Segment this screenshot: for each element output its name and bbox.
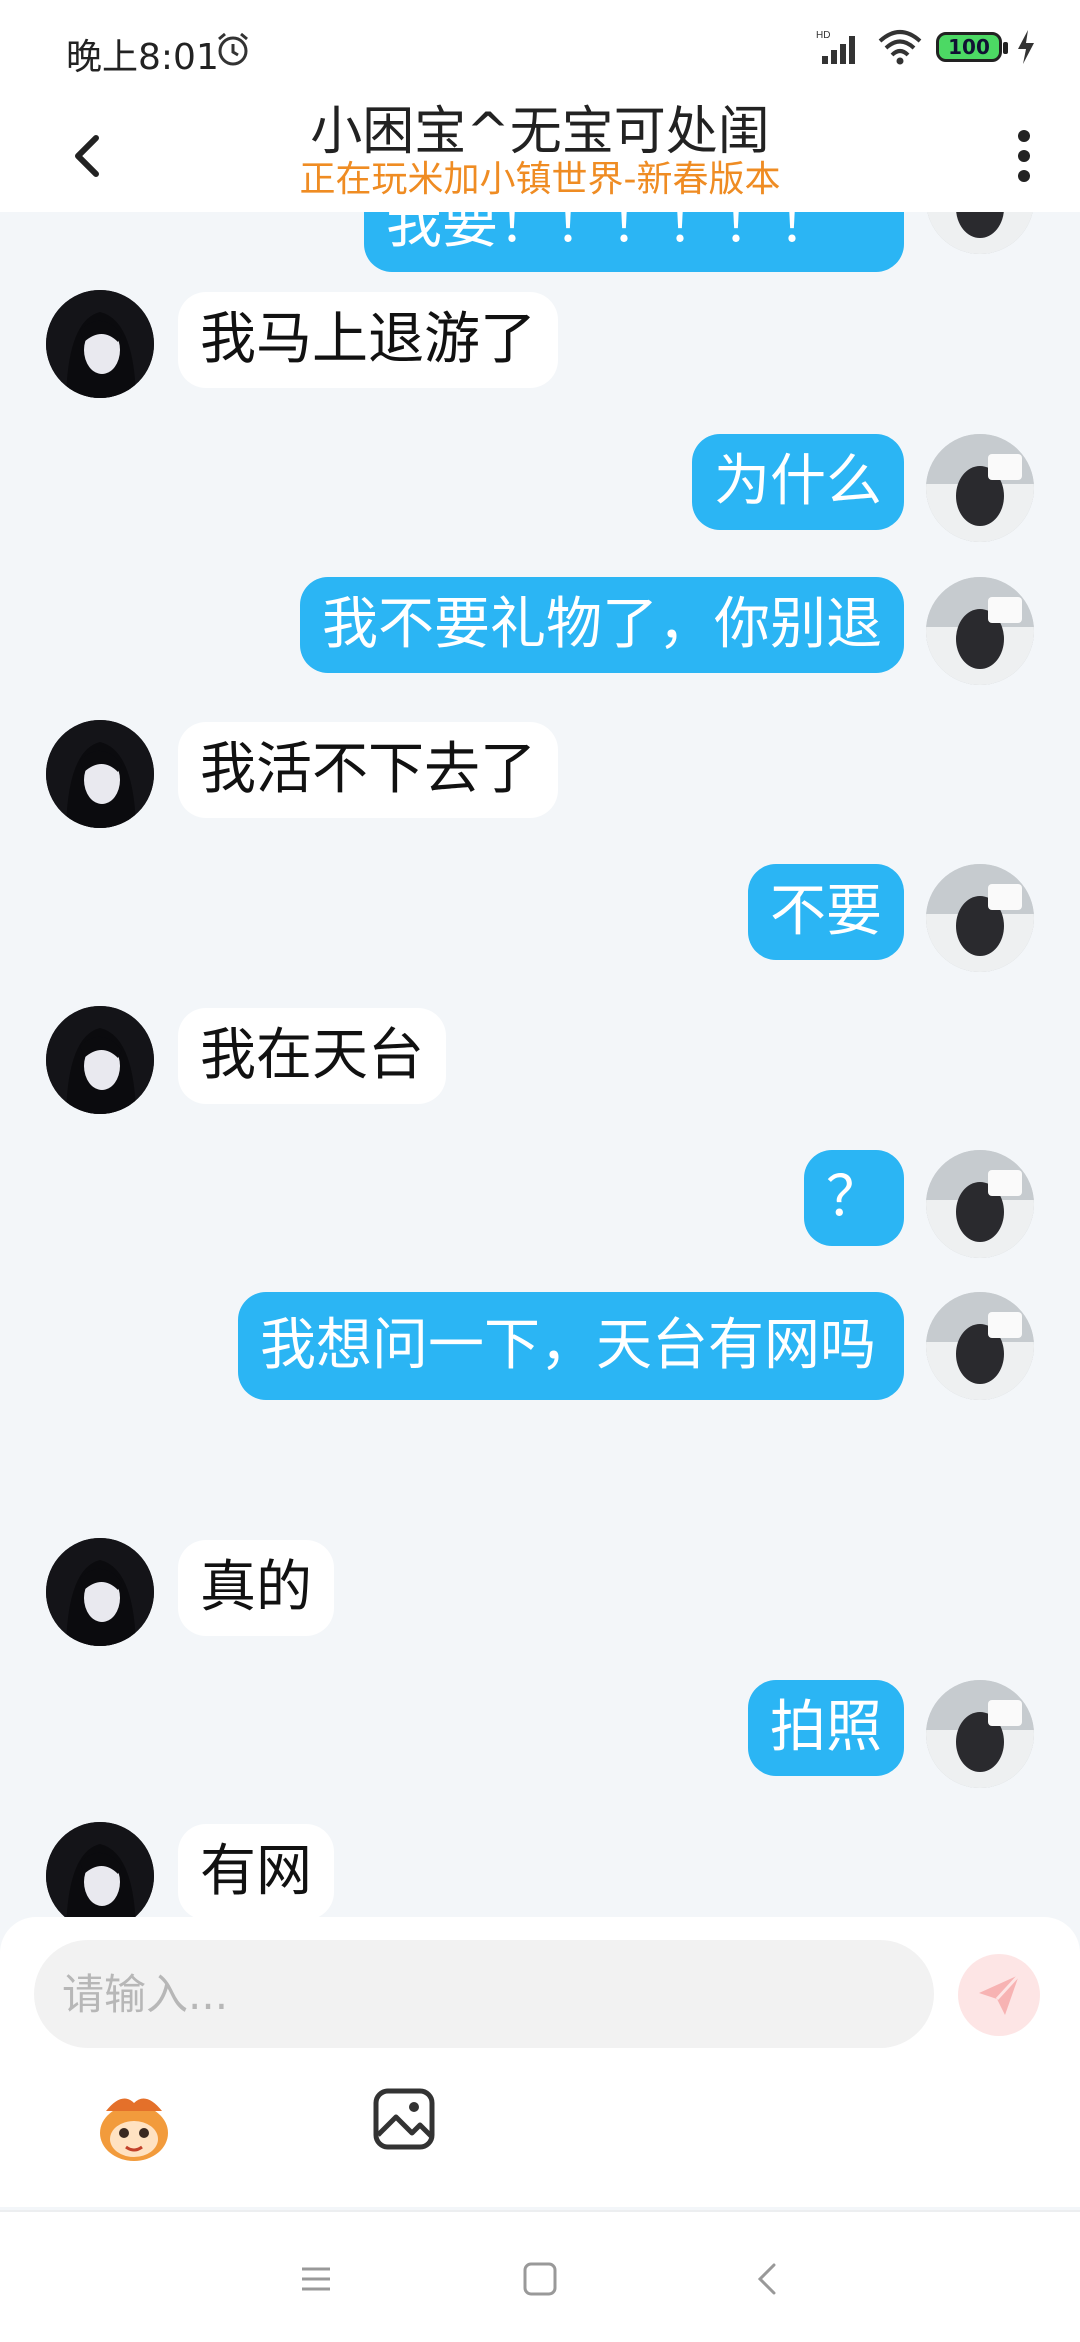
svg-text:HD: HD bbox=[816, 30, 830, 41]
my-avatar[interactable] bbox=[926, 1292, 1034, 1400]
back-nav-icon[interactable] bbox=[746, 2257, 790, 2301]
message-input[interactable] bbox=[34, 1940, 934, 2048]
contact-avatar[interactable] bbox=[46, 1538, 154, 1646]
system-nav-bar bbox=[0, 2210, 1080, 2342]
battery-icon: 100 bbox=[936, 32, 1008, 62]
my-avatar[interactable] bbox=[926, 212, 1034, 254]
message-bubble-received[interactable]: 真的 bbox=[178, 1540, 334, 1636]
message-bubble-sent[interactable]: ？ bbox=[804, 1150, 904, 1246]
menu-nav-icon[interactable] bbox=[294, 2257, 338, 2301]
my-avatar[interactable] bbox=[926, 577, 1034, 685]
home-nav-icon[interactable] bbox=[518, 2257, 562, 2301]
my-avatar[interactable] bbox=[926, 1680, 1034, 1788]
message-bubble-received[interactable]: 我在天台 bbox=[178, 1008, 446, 1104]
alarm-icon bbox=[218, 32, 248, 66]
message-bubble-received[interactable]: 我马上退游了 bbox=[178, 292, 558, 388]
message-bubble-received[interactable]: 有网 bbox=[178, 1824, 334, 1917]
more-options-icon[interactable] bbox=[1004, 116, 1044, 196]
message-bubble-sent[interactable]: 拍照 bbox=[748, 1680, 904, 1776]
emoji-icon[interactable] bbox=[92, 2085, 176, 2165]
message-bubble-sent[interactable]: 我想问一下，天台有网吗 bbox=[238, 1292, 904, 1400]
chat-title: 小困宝^无宝可处闺 bbox=[310, 102, 770, 162]
send-button[interactable] bbox=[958, 1954, 1040, 2036]
contact-avatar[interactable] bbox=[46, 720, 154, 828]
chat-subtitle: 正在玩米加小镇世界-新春版本 bbox=[299, 159, 781, 200]
message-bubble-sent[interactable]: 我不要礼物了，你别退 bbox=[300, 577, 904, 673]
status-time: 晚上8:01 bbox=[66, 37, 219, 78]
contact-avatar[interactable] bbox=[46, 1006, 154, 1114]
hd-signal-icon: HD bbox=[816, 30, 855, 64]
my-avatar[interactable] bbox=[926, 864, 1034, 972]
status-bar: 晚上8:01 HD 100 bbox=[0, 0, 1080, 100]
system-icons: HD 100 bbox=[816, 28, 1036, 66]
send-icon bbox=[979, 1973, 1021, 2015]
input-bar bbox=[0, 1917, 1080, 2207]
my-avatar[interactable] bbox=[926, 434, 1034, 542]
message-bubble-received[interactable]: 我活不下去了 bbox=[178, 722, 558, 818]
my-avatar[interactable] bbox=[926, 1150, 1034, 1258]
message-bubble-sent[interactable]: 为什么 bbox=[692, 434, 904, 530]
charging-icon bbox=[1018, 30, 1034, 64]
contact-avatar[interactable] bbox=[46, 290, 154, 398]
chat-messages[interactable]: 我要！！！！！！ 我马上退游了 为什么 我不要礼物了，你别退 我活不下去了 不要… bbox=[0, 212, 1080, 1917]
chat-header: 小困宝^无宝可处闺 正在玩米加小镇世界-新春版本 bbox=[0, 100, 1080, 212]
image-icon[interactable] bbox=[370, 2085, 438, 2153]
message-bubble-sent[interactable]: 我要！！！！！！ bbox=[364, 212, 904, 272]
contact-avatar[interactable] bbox=[46, 1822, 154, 1917]
wifi-icon bbox=[878, 30, 922, 65]
message-bubble-sent[interactable]: 不要 bbox=[748, 864, 904, 960]
